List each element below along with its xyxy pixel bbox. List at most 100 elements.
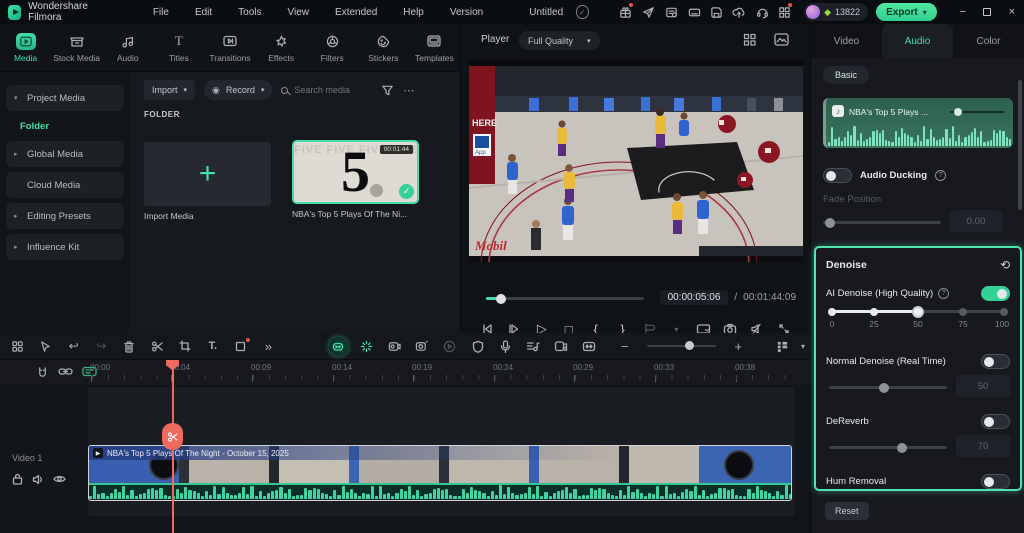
import-media-tile[interactable]: + — [144, 142, 271, 206]
chevron-down-icon[interactable]: ▾ — [261, 86, 265, 94]
menu-tools[interactable]: Tools — [225, 7, 274, 18]
timeline-zoom-knob[interactable] — [685, 341, 694, 350]
sidebar-item-global-media[interactable]: ▸ Global Media — [6, 141, 124, 167]
ai-enhance-button[interactable] — [352, 333, 380, 360]
timeline-clip[interactable]: ▶ NBA's Top 5 Plays Of The Night - Octob… — [88, 445, 792, 501]
caret-down-icon[interactable]: ▾ — [14, 94, 21, 102]
avatar[interactable] — [806, 5, 820, 19]
timeline-zoom-slider[interactable] — [647, 345, 717, 348]
hum-removal-toggle[interactable] — [981, 474, 1010, 489]
step-dot-25[interactable] — [870, 308, 878, 316]
sidebar-item-editing-presets[interactable]: ▸ Editing Presets — [6, 203, 124, 229]
split-scissors-icon[interactable] — [143, 333, 171, 360]
basic-filter-pill[interactable]: Basic — [823, 66, 869, 84]
media-clip-tile[interactable]: FIVE FIVE FIVE FIVE FIVE FIVE FIVE FIVE … — [292, 140, 419, 204]
undo-button[interactable]: ↩ — [60, 333, 88, 360]
export-button[interactable]: Export ▾ — [876, 3, 937, 21]
save-icon[interactable] — [705, 0, 728, 24]
task-list-icon[interactable] — [660, 0, 683, 24]
sticker-record-button[interactable] — [380, 333, 408, 360]
seek-bar[interactable] — [486, 297, 644, 300]
normal-denoise-value[interactable]: 50 — [956, 375, 1010, 397]
menu-edit[interactable]: Edit — [182, 7, 225, 18]
normal-denoise-toggle[interactable] — [981, 354, 1010, 369]
record-button[interactable]: ◉ Record ▾ — [204, 80, 272, 100]
gift-icon[interactable] — [615, 0, 638, 24]
audio-ducking-toggle[interactable] — [823, 168, 852, 183]
clip-volume-slider[interactable] — [950, 111, 1005, 113]
render-preview-button[interactable] — [436, 333, 464, 360]
crop-icon[interactable] — [171, 333, 199, 360]
fade-position-knob[interactable] — [825, 218, 835, 228]
lock-track-icon[interactable] — [12, 473, 23, 485]
hide-track-icon[interactable] — [53, 473, 66, 485]
step-dot-0[interactable] — [828, 308, 836, 316]
safe-area-button[interactable] — [464, 333, 492, 360]
more-tools-button[interactable]: » — [255, 333, 283, 360]
menu-file[interactable]: File — [140, 7, 182, 18]
ai-denoise-knob[interactable] — [912, 306, 924, 318]
tab-effects[interactable]: Effects — [256, 24, 307, 71]
playhead-split-handle[interactable] — [162, 423, 183, 450]
reset-section-icon[interactable]: ⟲ — [1000, 258, 1010, 272]
info-icon[interactable]: ? — [935, 170, 946, 181]
zoom-in-button[interactable]: + — [724, 333, 752, 360]
account-pill[interactable]: ◆ 13822 — [804, 3, 868, 21]
share-icon[interactable] — [637, 0, 660, 24]
tab-transitions[interactable]: Transitions — [204, 24, 255, 71]
voiceover-mic-button[interactable] — [492, 333, 520, 360]
filter-icon[interactable] — [381, 84, 394, 97]
search-input[interactable] — [294, 85, 372, 95]
sidebar-item-influence-kit[interactable]: ▸ Influence Kit — [6, 234, 124, 260]
dereverb-toggle[interactable] — [981, 414, 1010, 429]
dereverb-slider[interactable] — [829, 446, 947, 449]
tab-titles[interactable]: T Titles — [153, 24, 204, 71]
normal-denoise-slider[interactable] — [829, 386, 947, 389]
tab-color[interactable]: Color — [953, 24, 1024, 58]
screen-record-button[interactable] — [408, 333, 436, 360]
caret-right-icon[interactable]: ▸ — [14, 243, 21, 251]
import-button[interactable]: Import ▾ — [144, 80, 195, 100]
step-dot-100[interactable] — [1000, 308, 1008, 316]
layout-grid-icon[interactable] — [743, 33, 757, 47]
fade-position-value[interactable]: 0.00 — [949, 210, 1003, 232]
cloud-upload-icon[interactable] — [728, 0, 751, 24]
snap-magnet-icon[interactable] — [36, 366, 49, 379]
menu-help[interactable]: Help — [390, 7, 437, 18]
mask-button[interactable] — [227, 333, 255, 360]
menu-extended[interactable]: Extended — [322, 7, 390, 18]
track-manager-chevron-icon[interactable]: ▾ — [796, 333, 810, 360]
sidebar-item-cloud-media[interactable]: Cloud Media — [6, 172, 124, 198]
sidebar-item-project-media[interactable]: ▾ Project Media — [6, 85, 124, 111]
close-button[interactable]: × — [1000, 0, 1024, 24]
apps-grid-icon[interactable] — [773, 0, 796, 24]
media-browser-icon[interactable] — [4, 333, 32, 360]
caret-right-icon[interactable]: ▸ — [14, 150, 21, 158]
dereverb-knob[interactable] — [897, 443, 907, 453]
chevron-down-icon[interactable]: ▾ — [184, 86, 188, 94]
ai-denoise-toggle[interactable] — [981, 286, 1010, 301]
clip-volume-knob[interactable] — [954, 108, 962, 116]
select-cursor-icon[interactable] — [32, 333, 60, 360]
fade-position-slider[interactable] — [823, 221, 941, 224]
zoom-out-button[interactable]: − — [611, 333, 639, 360]
more-options-icon[interactable]: ⋯ — [403, 84, 415, 97]
reset-button[interactable]: Reset — [825, 502, 869, 520]
auto-reframe-button[interactable] — [547, 333, 575, 360]
audio-clip-card[interactable]: ♪ NBA's Top 5 Plays ... — [823, 98, 1013, 148]
link-clips-icon[interactable] — [58, 366, 73, 377]
video-preview[interactable]: HERE App — [469, 60, 803, 262]
tab-media[interactable]: Media — [0, 24, 51, 71]
tab-filters[interactable]: Filters — [307, 24, 358, 71]
mute-track-icon[interactable] — [32, 473, 44, 485]
menu-view[interactable]: View — [275, 7, 323, 18]
dereverb-value[interactable]: 70 — [956, 435, 1010, 457]
sidebar-item-folder[interactable]: Folder — [20, 116, 124, 136]
headset-support-icon[interactable] — [751, 0, 774, 24]
fit-timeline-button[interactable] — [575, 333, 603, 360]
tab-video[interactable]: Video — [811, 24, 882, 58]
chevron-down-icon[interactable]: ▾ — [587, 37, 591, 45]
timeline-ruler[interactable]: 00:00 00:04 00:09 00:14 00:19 00:24 00:2… — [0, 360, 810, 385]
minimize-button[interactable]: − — [951, 0, 975, 24]
delete-button[interactable] — [115, 333, 143, 360]
